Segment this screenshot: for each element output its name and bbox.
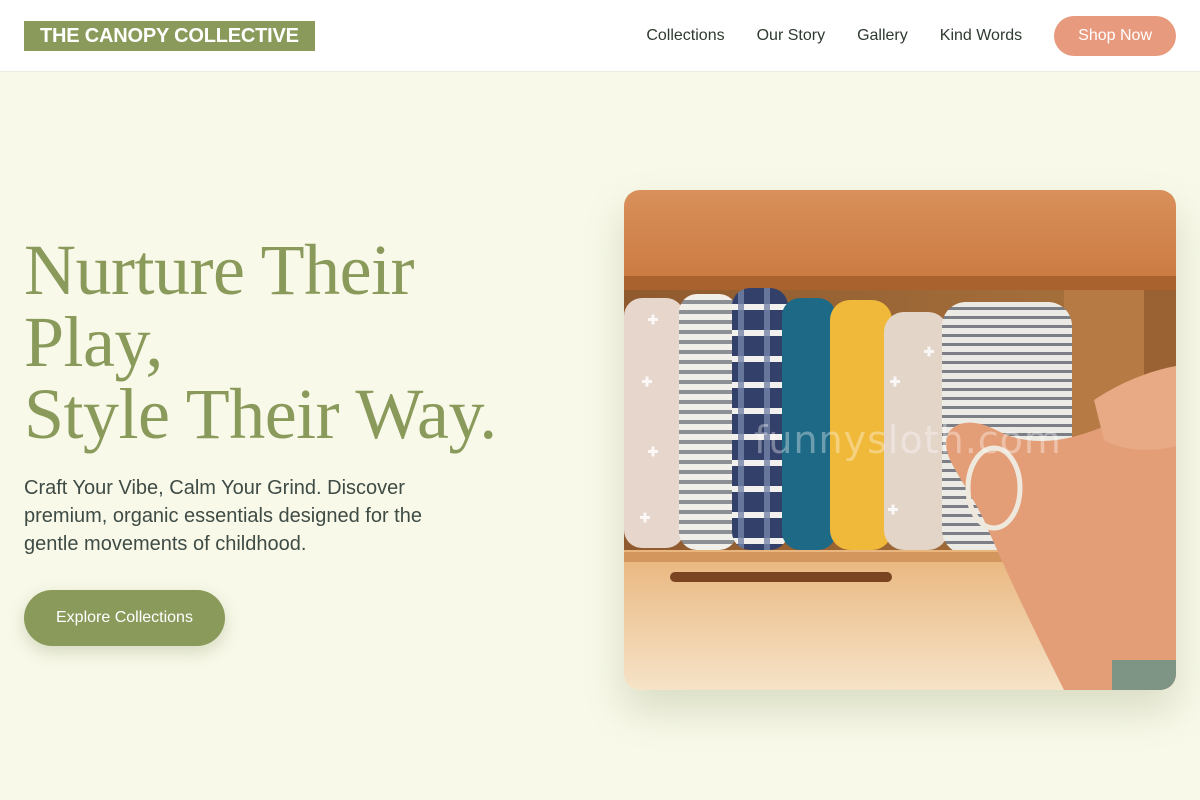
nav-link-kind-words[interactable]: Kind Words [940, 16, 1022, 56]
nav-link-our-story[interactable]: Our Story [757, 16, 825, 56]
image-watermark: funnysloth.com [754, 418, 1062, 462]
hero-title: Nurture Their Play, Style Their Way. [24, 234, 584, 450]
nav-link-collections[interactable]: Collections [646, 16, 724, 56]
site-header: THE CANOPY COLLECTIVE Collections Our St… [0, 0, 1200, 72]
nav-link-gallery[interactable]: Gallery [857, 16, 908, 56]
hero-subtitle: Craft Your Vibe, Calm Your Grind. Discov… [24, 477, 422, 555]
hero-title-line-3: Style Their Way. [24, 374, 497, 454]
brand-logo[interactable]: THE CANOPY COLLECTIVE [24, 21, 315, 51]
shop-now-button[interactable]: Shop Now [1054, 16, 1176, 56]
main-nav: Collections Our Story Gallery Kind Words… [646, 16, 1176, 56]
hero-title-line-1: Nurture Their [24, 230, 415, 310]
hero-image: funnysloth.com [624, 190, 1176, 690]
explore-collections-button[interactable]: Explore Collections [24, 590, 225, 646]
hero-title-line-2: Play, [24, 302, 163, 382]
